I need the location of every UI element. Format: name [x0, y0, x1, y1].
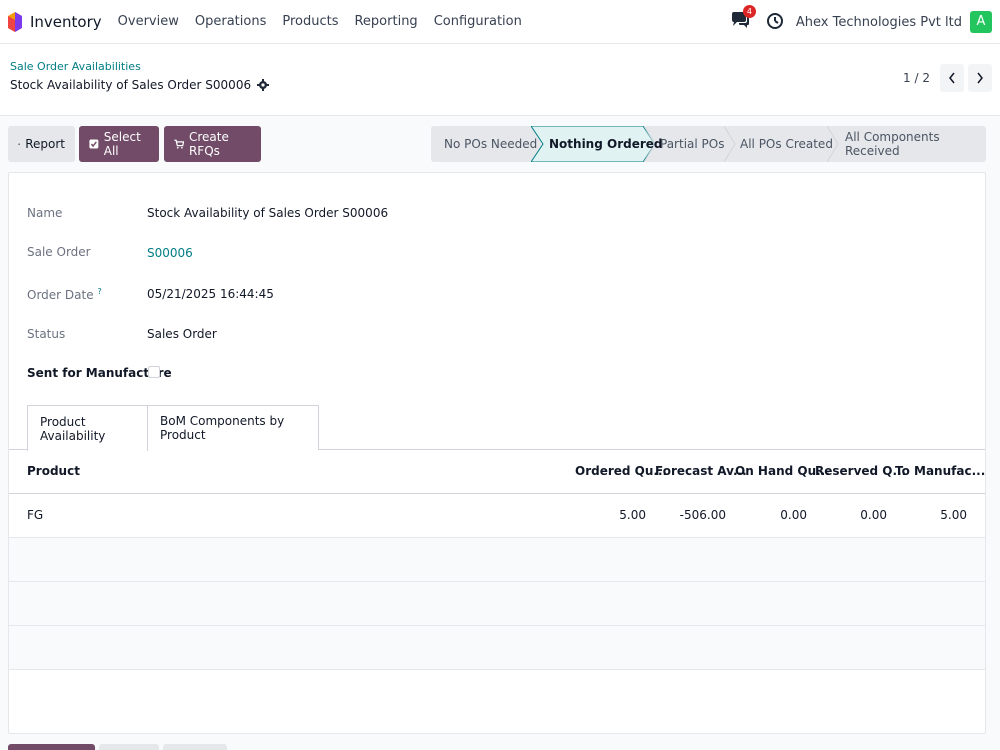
pager-next-button[interactable]: [968, 64, 992, 92]
empty-table-row: [9, 538, 985, 582]
menu-products[interactable]: Products: [282, 14, 338, 29]
sale-order-link[interactable]: S00006: [147, 246, 193, 260]
control-panel: Sale Order Availabilities Stock Availabi…: [0, 44, 1000, 116]
form-sheet: Name Stock Availability of Sales Order S…: [8, 172, 986, 734]
stage-partial-pos[interactable]: Partial POs: [660, 126, 724, 162]
download-icon: [18, 143, 21, 146]
empty-table-row: [9, 582, 985, 626]
user-avatar[interactable]: A: [970, 11, 992, 33]
cell-to-manufacture: 5.00: [940, 508, 967, 522]
menu-overview[interactable]: Overview: [118, 14, 179, 29]
chevron-left-icon: [949, 72, 955, 84]
status-bar: No POs Needed Nothing Ordered Partial PO…: [431, 126, 986, 162]
empty-table-row: [9, 626, 985, 670]
sent-for-manufacture-checkbox[interactable]: [148, 366, 160, 378]
notification-badge: 4: [742, 5, 756, 18]
cell-forecast-available: -506.00: [679, 508, 726, 522]
order-date-label: Order Date ?: [27, 287, 102, 302]
status-label: Status: [27, 327, 66, 341]
status-field[interactable]: Sales Order: [147, 327, 217, 341]
pager-value[interactable]: 1 / 2: [903, 71, 930, 85]
create-rfqs-label: Create RFQs: [188, 130, 229, 158]
tab-label: BoM Components by Product: [160, 414, 285, 442]
gear-icon[interactable]: [257, 79, 270, 91]
column-ordered-qty[interactable]: Ordered Qu...: [575, 464, 667, 478]
footer-primary-button[interactable]: [8, 744, 95, 750]
help-icon[interactable]: ?: [97, 287, 101, 296]
record-title-text: Stock Availability of Sales Order S00006: [10, 78, 252, 92]
pager: 1 / 2: [903, 64, 992, 92]
stage-all-pos-created[interactable]: All POs Created: [740, 126, 833, 162]
select-all-label: Select All: [103, 130, 141, 158]
create-rfqs-button[interactable]: Create RFQs: [164, 126, 261, 162]
report-label: Report: [25, 137, 65, 151]
name-label: Name: [27, 206, 63, 220]
cell-product: FG: [27, 508, 44, 522]
menu-operations[interactable]: Operations: [195, 14, 266, 29]
messaging-button[interactable]: 4: [730, 5, 756, 33]
page-title: Stock Availability of Sales Order S00006: [10, 78, 270, 92]
tab-label: Product Availability: [40, 414, 106, 443]
bottom-footer-buttons: [0, 744, 230, 750]
column-forecast-available[interactable]: Forecast Av...: [655, 464, 747, 478]
column-reserved-qty[interactable]: Reserved Q...: [815, 464, 906, 478]
inventory-app-icon[interactable]: [8, 11, 22, 32]
cell-on-hand-qty: 0.00: [780, 508, 807, 522]
table-header: Product Ordered Qu... Forecast Av... On …: [9, 450, 985, 494]
pager-previous-button[interactable]: [940, 64, 964, 92]
cart-icon: [174, 139, 184, 149]
action-bar: Report Select All Create RFQs No POs Nee…: [0, 116, 1000, 172]
select-all-button[interactable]: Select All: [79, 126, 159, 162]
menu-reporting[interactable]: Reporting: [354, 14, 417, 29]
table-row[interactable]: FG 5.00 -506.00 0.00 0.00 5.00: [9, 494, 985, 538]
name-field[interactable]: Stock Availability of Sales Order S00006: [147, 206, 388, 220]
cell-reserved-qty: 0.00: [860, 508, 887, 522]
sale-order-label: Sale Order: [27, 245, 91, 259]
order-date-label-text: Order Date: [27, 288, 94, 302]
company-switcher[interactable]: Ahex Technologies Pvt ltd: [796, 15, 962, 30]
tab-bom-components[interactable]: BoM Components by Product: [148, 405, 319, 450]
column-to-manufacture[interactable]: To Manufac...: [895, 464, 985, 478]
order-date-field[interactable]: 05/21/2025 16:44:45: [147, 287, 274, 301]
column-product[interactable]: Product: [27, 464, 80, 478]
breadcrumb[interactable]: Sale Order Availabilities: [10, 60, 141, 73]
footer-secondary-button[interactable]: [99, 744, 159, 750]
report-button[interactable]: Report: [8, 126, 75, 162]
notebook-tabs: Product Availability BoM Components by P…: [9, 405, 985, 451]
tab-product-availability[interactable]: Product Availability: [27, 405, 148, 451]
footer-secondary-button[interactable]: [163, 744, 227, 750]
menu-configuration[interactable]: Configuration: [434, 14, 522, 29]
stage-all-components-received[interactable]: All Components Received: [845, 126, 986, 162]
app-name[interactable]: Inventory: [30, 13, 102, 31]
chevron-right-icon: [977, 72, 983, 84]
stage-no-pos-needed[interactable]: No POs Needed: [444, 126, 537, 162]
cell-ordered-qty: 5.00: [619, 508, 646, 522]
stage-nothing-ordered[interactable]: Nothing Ordered: [549, 126, 662, 162]
activity-clock-icon[interactable]: [766, 12, 786, 32]
checkbox-checked-icon: [89, 139, 99, 149]
top-navbar: Inventory Overview Operations Products R…: [0, 0, 1000, 44]
stage-separator: [723, 126, 736, 162]
